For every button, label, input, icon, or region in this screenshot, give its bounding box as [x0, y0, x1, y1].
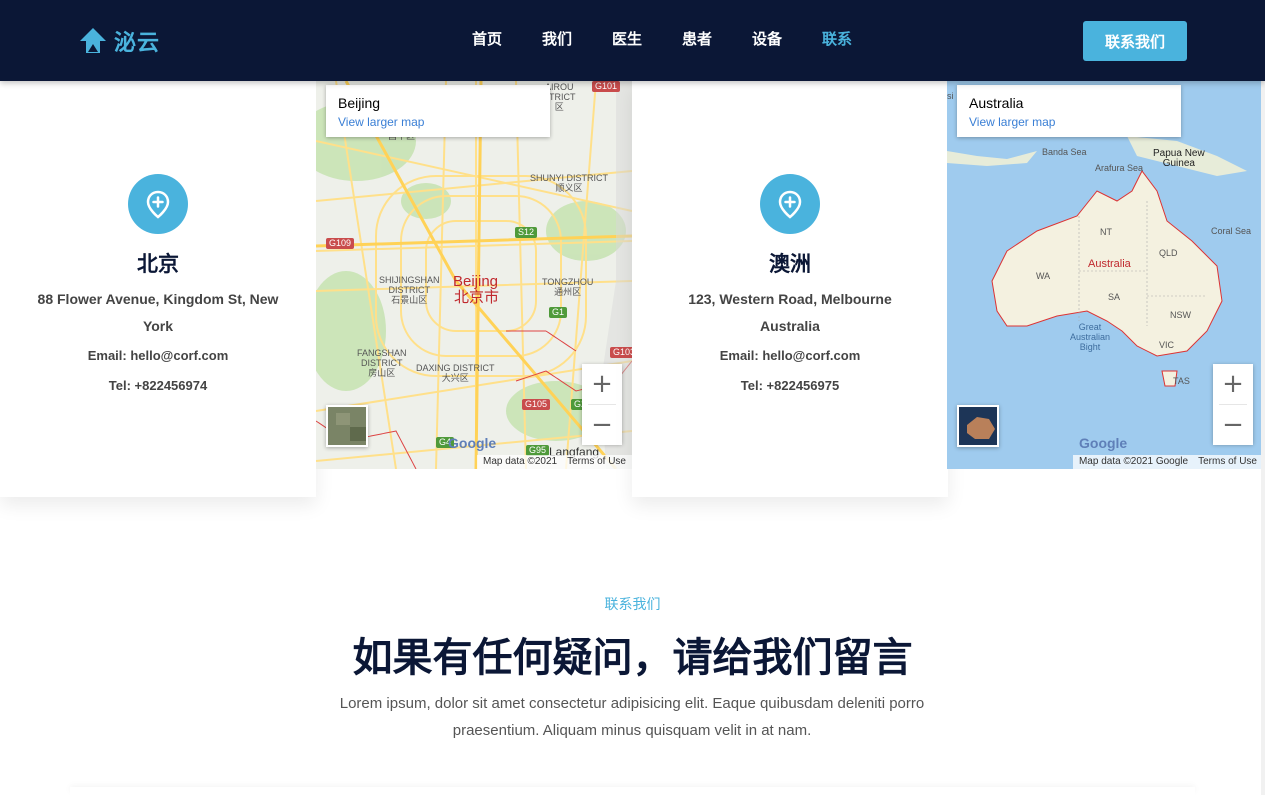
location-card-beijing: 北京 88 Flower Avenue, Kingdom St, New Yor… [0, 81, 316, 497]
terms-of-use-link[interactable]: Terms of Use [1198, 456, 1257, 468]
map-place-name: Beijing [338, 95, 381, 111]
map-label-si: si [947, 91, 954, 101]
map-label-arafura: Arafura Sea [1095, 163, 1144, 173]
google-logo: Google [448, 435, 497, 451]
google-logo: Google [1079, 435, 1128, 451]
location-title: 北京 [137, 253, 179, 276]
map-label-png: Papua New Guinea [1153, 148, 1205, 169]
location-address: 123, Western Road, Melbourne Australia [688, 291, 892, 334]
road-shield: S12 [515, 227, 538, 238]
brand-name: 泌云 [114, 30, 161, 55]
map-label-banda: Banda Sea [1042, 147, 1087, 157]
map-label-city-en: Beijing [453, 273, 499, 290]
map-label-qld: QLD [1159, 248, 1178, 258]
map-info-card: Beijing View larger map [326, 85, 550, 137]
map-data-credit: Map data ©2021 Google [1078, 456, 1189, 467]
map-zoom-controls: + − [1213, 364, 1253, 445]
location-phone: Tel: +822456974 [108, 378, 208, 393]
map-attribution: Map data ©2021 Terms of Use [477, 455, 632, 469]
road-shield: G103 [610, 347, 632, 358]
view-larger-map-link[interactable]: View larger map [969, 115, 1169, 129]
map-australia[interactable]: si Banda Sea Arafura Sea Papua New Guinea… [947, 81, 1263, 469]
location-pin-icon [760, 174, 820, 234]
map-place-name: Australia [969, 95, 1024, 111]
zoom-in-button[interactable]: + [582, 364, 622, 404]
location-phone: Tel: +822456975 [740, 378, 840, 393]
location-title: 澳洲 [769, 253, 811, 276]
road-shield: G1 [549, 307, 568, 318]
location-email: Email: hello@corf.com [719, 348, 861, 363]
road-shield: G105 [522, 399, 551, 410]
map-info-card: Australia View larger map [957, 85, 1181, 137]
satellite-toggle[interactable] [326, 405, 368, 447]
brand-mark-icon [80, 28, 106, 53]
nav-item-contact[interactable]: 联系 [802, 30, 872, 50]
satellite-thumbnail-icon [328, 407, 366, 445]
map-label-sa: SA [1108, 292, 1121, 302]
contact-us-button[interactable]: 联系我们 [1083, 21, 1187, 61]
map-label-wa: WA [1036, 271, 1051, 281]
map-label-tongzhou: TONGZHOU 通州区 [542, 277, 594, 297]
map-data-credit: Map data ©2021 [483, 456, 558, 467]
main-nav: 首页 我们 医生 患者 设备 联系 [452, 30, 872, 50]
brand-logo[interactable]: 泌云 [78, 25, 160, 57]
top-navbar: 泌云 首页 我们 医生 患者 设备 联系 联系我们 [0, 0, 1265, 81]
section-headline: 如果有任何疑问，请给我们留言 [352, 636, 913, 680]
road-shield: G109 [326, 238, 355, 249]
location-address: 88 Flower Avenue, Kingdom St, New York [37, 291, 279, 334]
form-card-top-edge [70, 787, 1195, 795]
satellite-toggle[interactable] [957, 405, 999, 447]
zoom-in-button[interactable]: + [1213, 364, 1253, 404]
map-label-tas: TAS [1173, 376, 1190, 386]
section-lead-text: Lorem ipsum, dolor sit amet consectetur … [339, 695, 925, 739]
map-label-country: Australia [1088, 258, 1131, 270]
nav-item-patients[interactable]: 患者 [662, 30, 732, 50]
zoom-out-button[interactable]: − [582, 405, 622, 445]
location-card-australia: 澳洲 123, Western Road, Melbourne Australi… [632, 81, 948, 497]
nav-item-doctors[interactable]: 医生 [592, 30, 662, 50]
location-email: Email: hello@corf.com [87, 348, 229, 363]
map-label-nsw: NSW [1170, 310, 1191, 320]
map-label-daxing: DAXING DISTRICT 大兴区 [416, 363, 495, 383]
map-label-bight: Great Australian Bight [1070, 322, 1111, 352]
map-label-vic: VIC [1159, 340, 1175, 350]
map-label-fangshan: FANGSHAN DISTRICT 房山区 [357, 348, 407, 378]
page-scrollbar[interactable] [1261, 0, 1265, 795]
satellite-thumbnail-icon [959, 407, 997, 445]
view-larger-map-link[interactable]: View larger map [338, 115, 538, 129]
map-label-city-zh: 北京市 [454, 289, 500, 306]
nav-item-equipment[interactable]: 设备 [732, 30, 802, 50]
nav-item-home[interactable]: 首页 [452, 30, 522, 50]
map-label-coral: Coral Sea [1211, 226, 1252, 236]
map-label-shijingshan: SHIJINGSHAN DISTRICT 石景山区 [379, 275, 440, 305]
terms-of-use-link[interactable]: Terms of Use [567, 456, 626, 468]
location-pin-icon [128, 174, 188, 234]
map-label-nt: NT [1100, 227, 1112, 237]
road-shield: G101 [592, 81, 621, 92]
zoom-out-button[interactable]: − [1213, 405, 1253, 445]
map-beijing[interactable]: AIROUSTRICT区 昌平区 SHUNYI DISTRICT顺义区 SHIJ… [316, 81, 632, 469]
map-zoom-controls: + − [582, 364, 622, 445]
nav-item-about[interactable]: 我们 [522, 30, 592, 50]
section-eyebrow: 联系我们 [604, 596, 661, 612]
map-attribution: Map data ©2021 Google Terms of Use [1072, 455, 1263, 469]
map-label-shunyi: SHUNYI DISTRICT 顺义区 [530, 173, 609, 193]
